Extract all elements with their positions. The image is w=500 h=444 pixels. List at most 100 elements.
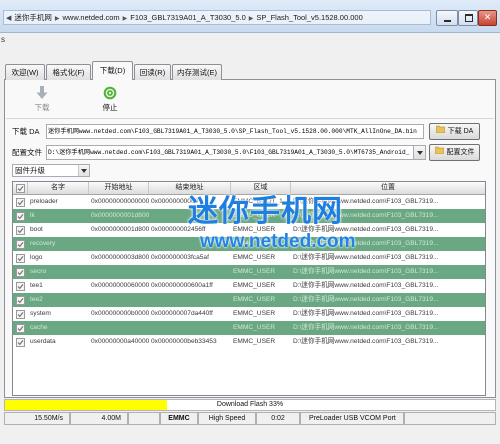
location-cell: D:\迷你手机网www.netded.com\F103_GBL7319...	[293, 324, 439, 331]
region-cell: EMMC_USER	[233, 324, 276, 331]
partition-checkbox[interactable]	[13, 209, 28, 223]
end-address-cell: 0x000000003fca5af	[151, 254, 209, 261]
checkbox-checked-icon	[16, 184, 25, 193]
breadcrumb-separator-icon: ▶	[122, 16, 128, 22]
checkbox-checked-icon	[16, 324, 25, 333]
end-address-cell: 0x00000000beb33453	[151, 338, 217, 345]
checkbox-checked-icon	[16, 282, 25, 291]
stop-button[interactable]: 停止	[92, 84, 128, 114]
status-empty-segment	[128, 412, 160, 425]
partition-checkbox[interactable]	[13, 279, 28, 293]
location-cell: D:\迷你手机网www.netded.com\F103_GBL7319...	[293, 296, 439, 303]
scatter-dropdown-button[interactable]	[414, 145, 426, 160]
checkbox-checked-icon	[16, 338, 25, 347]
location-cell: D:\迷你手机网www.netded.com\F103_GBL7319...	[293, 310, 439, 317]
scatter-file-button[interactable]: 配置文件	[429, 144, 480, 161]
region-cell: EMMC_USER	[233, 254, 276, 261]
status-speed: 15.50M/s	[4, 412, 70, 425]
download-da-label: 下载 DA	[12, 127, 40, 136]
table-row[interactable]: system 0x000000000b0000000x000000007da440…	[13, 307, 485, 321]
close-button[interactable]: ✕	[478, 10, 497, 26]
tab-download[interactable]: 下载(D)	[92, 61, 133, 80]
region-cell: EMMC_USER	[233, 296, 276, 303]
maximize-icon	[465, 14, 473, 22]
breadcrumb-item[interactable]: www.netded.com	[63, 13, 120, 22]
chevron-down-icon	[78, 165, 89, 176]
partition-checkbox[interactable]	[13, 265, 28, 279]
status-storage-type: EMMC	[160, 412, 198, 425]
breadcrumb-item[interactable]: F103_GBL7319A01_A_T3030_5.0	[130, 13, 246, 22]
back-arrow-icon[interactable]: ◀	[6, 15, 11, 22]
download-progress-bar: Download Flash 33%	[4, 399, 496, 411]
partition-name-cell: boot	[30, 226, 43, 233]
end-address-cell: 0x000000007da440ff	[151, 310, 213, 317]
table-row[interactable]: cache EMMC_USER D:\迷你手机网www.netded.com\F10…	[13, 321, 485, 335]
tab-memory-test[interactable]: 内存测试(E)	[172, 64, 222, 80]
column-header-region[interactable]: 区域	[231, 182, 291, 194]
maximize-button[interactable]	[458, 10, 478, 26]
status-size: 4.00M	[70, 412, 128, 425]
table-row[interactable]: userdata 0x00000000a40000000x00000000beb3…	[13, 335, 485, 349]
checkbox-checked-icon	[16, 310, 25, 319]
partition-checkbox[interactable]	[13, 251, 28, 265]
tab-readback[interactable]: 回读(R)	[134, 64, 171, 80]
partition-name-cell: lk	[30, 212, 35, 219]
checkbox-checked-icon	[16, 296, 25, 305]
breadcrumb-item[interactable]: SP_Flash_Tool_v5.1528.00.000	[256, 13, 362, 22]
minimize-icon	[444, 20, 451, 22]
partition-name-cell: recovery	[30, 240, 56, 247]
region-cell: EMMC_USER	[233, 268, 276, 275]
stop-circle-icon	[103, 86, 117, 100]
scatter-file-path-field[interactable]: D:\迷你手机网www.netded.com\F103_GBL7319A01_A…	[46, 145, 414, 160]
stop-button-label: 停止	[102, 103, 118, 112]
tab-welcome[interactable]: 欢迎(W)	[5, 64, 45, 80]
partition-checkbox[interactable]	[13, 223, 28, 237]
breadcrumb-item[interactable]: 迷你手机网	[14, 13, 52, 22]
table-header: 名字 开始地址 结束地址 区域 位置	[13, 182, 485, 195]
partition-checkbox[interactable]	[13, 237, 28, 251]
partition-name-cell: tee1	[30, 282, 43, 289]
partition-name-cell: tee2	[30, 296, 43, 303]
folder-icon	[434, 145, 444, 160]
download-mode-select[interactable]: 固件升级	[12, 164, 90, 177]
table-row[interactable]: logo 0x0000000003d800000x000000003fca5af E…	[13, 251, 485, 265]
partition-checkbox[interactable]	[13, 293, 28, 307]
location-cell: D:\迷你手机网www.netded.com\F103_GBL7319...	[293, 338, 439, 345]
folder-icon	[435, 124, 445, 139]
select-all-checkbox[interactable]	[13, 182, 28, 194]
breadcrumb-separator-icon: ▶	[248, 16, 254, 22]
start-address-cell: 0x0000000000000000	[91, 198, 149, 205]
end-address-cell	[149, 321, 231, 335]
column-header-start-address[interactable]: 开始地址	[89, 182, 149, 194]
table-row[interactable]: tee2 EMMC_USER D:\迷你手机网www.netded.com\F103…	[13, 293, 485, 307]
status-usb-mode: High Speed	[198, 412, 256, 425]
watermark-url: www.netded.com	[200, 231, 356, 252]
partition-checkbox[interactable]	[13, 335, 28, 349]
start-address-cell: 0x0000000001d80000	[91, 226, 149, 233]
partition-checkbox[interactable]	[13, 307, 28, 321]
start-address-cell: 0x000000000b000000	[91, 310, 149, 317]
toolbar-divider	[6, 118, 494, 119]
end-address-cell	[149, 293, 231, 307]
download-da-button-label: 下载 DA	[447, 128, 474, 135]
partition-checkbox[interactable]	[13, 321, 28, 335]
start-address-cell	[89, 265, 149, 279]
checkbox-checked-icon	[16, 254, 25, 263]
partition-name-cell: secro	[30, 268, 47, 275]
table-row[interactable]: secro EMMC_USER D:\迷你手机网www.netded.com\F10…	[13, 265, 485, 279]
download-da-button[interactable]: 下载 DA	[429, 123, 480, 140]
region-cell: EMMC_USER	[233, 282, 276, 289]
download-da-path-field[interactable]: 迷你手机网www.netded.com\F103_GBL7319A01_A_T3…	[46, 124, 424, 139]
column-header-end-address[interactable]: 结束地址	[149, 182, 231, 194]
partition-checkbox[interactable]	[13, 195, 28, 209]
table-row[interactable]: tee1 0x00000000060000000x000000000600a1ff…	[13, 279, 485, 293]
tab-format[interactable]: 格式化(F)	[46, 64, 91, 80]
download-button[interactable]: 下载	[22, 84, 62, 114]
minimize-button[interactable]	[436, 10, 458, 26]
column-header-name[interactable]: 名字	[28, 182, 89, 194]
checkbox-checked-icon	[16, 212, 25, 221]
partial-window-text: s	[1, 35, 5, 44]
column-header-location[interactable]: 位置	[291, 182, 485, 194]
close-icon: ✕	[483, 13, 492, 23]
watermark-title: 迷你手机网	[188, 195, 343, 228]
